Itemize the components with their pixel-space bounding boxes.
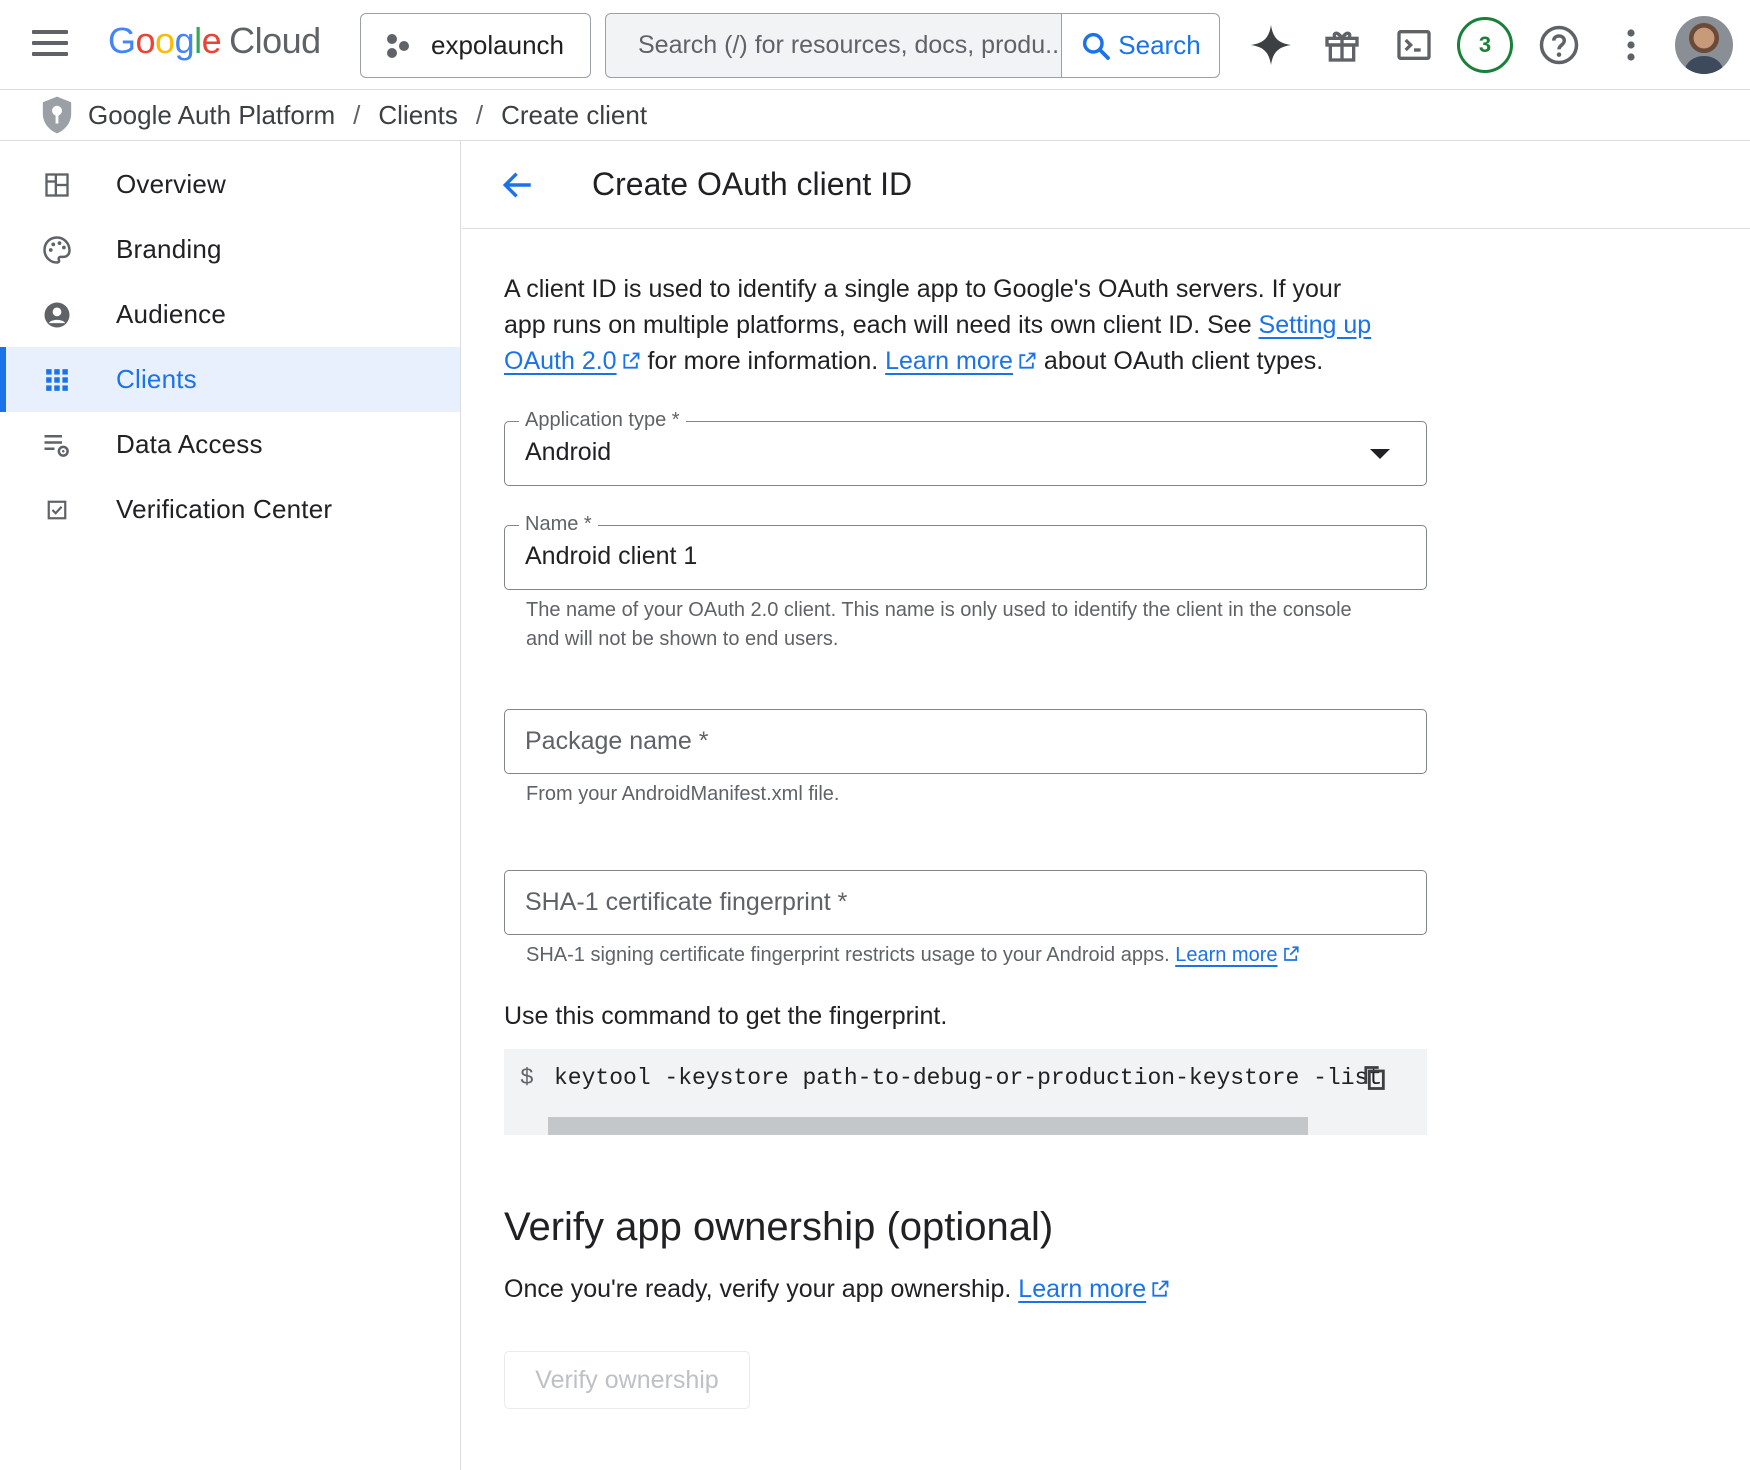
name-value: Android client 1 xyxy=(525,542,698,570)
search-button[interactable]: Search xyxy=(1061,14,1219,77)
arrow-back-icon xyxy=(502,171,531,198)
page-header: Create OAuth client ID xyxy=(462,141,1750,229)
notification-count: 3 xyxy=(1457,17,1513,73)
verify-learn-more-link[interactable]: Learn more xyxy=(1018,1275,1170,1303)
external-link-icon xyxy=(1019,352,1036,369)
learn-more-client-types-link[interactable]: Learn more xyxy=(885,347,1037,375)
application-type-value: Android xyxy=(525,438,612,466)
main-menu-icon[interactable] xyxy=(32,30,68,60)
sha1-fingerprint-field[interactable] xyxy=(504,870,1427,935)
sidebar-nav: Overview Branding Audience Clients Data … xyxy=(0,141,461,1470)
page-title: Create OAuth client ID xyxy=(592,166,913,202)
name-field[interactable]: Name * Android client 1 xyxy=(504,513,1427,590)
external-link-icon xyxy=(622,352,639,369)
list-settings-icon xyxy=(42,430,72,460)
application-type-label: Application type * xyxy=(519,409,686,432)
back-button[interactable] xyxy=(496,163,540,207)
intro-paragraph: A client ID is used to identify a single… xyxy=(504,275,1372,375)
sidebar-item-branding[interactable]: Branding xyxy=(0,217,460,282)
breadcrumb-separator: / xyxy=(475,99,484,130)
command-intro: Use this command to get the fingerprint. xyxy=(504,1002,948,1030)
breadcrumb-separator: / xyxy=(353,99,361,130)
account-circle-icon xyxy=(42,300,72,330)
copy-icon[interactable] xyxy=(1360,1063,1392,1095)
dashboard-icon xyxy=(42,170,72,200)
external-link-icon xyxy=(1152,1280,1169,1297)
help-icon[interactable] xyxy=(1530,16,1588,74)
search-bar: Search xyxy=(605,13,1220,78)
verify-section-title: Verify app ownership (optional) xyxy=(504,1205,1054,1249)
dropdown-arrow-icon xyxy=(1370,449,1390,459)
sidebar-item-data-access[interactable]: Data Access xyxy=(0,412,460,477)
search-icon xyxy=(1083,32,1111,60)
package-name-input[interactable] xyxy=(525,710,1405,772)
breadcrumb: Google Auth Platform / Clients / Create … xyxy=(0,90,1750,141)
apps-grid-icon xyxy=(42,365,72,395)
more-vert-icon[interactable] xyxy=(1602,16,1660,74)
sha1-hint: SHA-1 signing certificate fingerprint re… xyxy=(526,941,1386,970)
sha1-learn-more-link[interactable]: Learn more xyxy=(1175,944,1299,966)
sidebar-item-verification-center[interactable]: Verification Center xyxy=(0,477,460,542)
top-app-bar: GoogleCloud expolaunch Search 3 xyxy=(0,0,1750,90)
sidebar-item-audience[interactable]: Audience xyxy=(0,282,460,347)
breadcrumb-auth-platform[interactable]: Google Auth Platform xyxy=(88,100,335,131)
palette-icon xyxy=(42,235,72,265)
external-link-icon xyxy=(1283,946,1299,961)
shield-icon xyxy=(42,96,72,134)
notifications-badge[interactable]: 3 xyxy=(1456,16,1514,74)
gift-icon[interactable] xyxy=(1313,16,1371,74)
package-name-hint: From your AndroidManifest.xml file. xyxy=(526,783,840,805)
sha1-fingerprint-input[interactable] xyxy=(525,871,1405,933)
breadcrumb-create-client: Create client xyxy=(501,99,648,130)
main-content: Create OAuth client ID A client ID is us… xyxy=(462,141,1750,1470)
user-avatar[interactable] xyxy=(1675,16,1733,74)
package-name-field[interactable] xyxy=(504,709,1427,774)
project-name: expolaunch xyxy=(431,30,564,60)
breadcrumb-clients[interactable]: Clients xyxy=(378,100,457,131)
sidebar-item-clients[interactable]: Clients xyxy=(0,347,460,412)
name-hint: The name of your OAuth 2.0 client. This … xyxy=(526,599,1352,650)
project-picker-button[interactable]: expolaunch xyxy=(360,13,591,78)
checkbox-icon xyxy=(42,495,72,525)
horizontal-scrollbar[interactable] xyxy=(548,1117,1308,1135)
verify-ownership-button[interactable]: Verify ownership xyxy=(504,1351,750,1409)
sidebar-item-overview[interactable]: Overview xyxy=(0,152,460,217)
search-button-label: Search xyxy=(1118,30,1201,60)
google-cloud-logo[interactable]: Google Cloud xyxy=(108,20,321,62)
command-text[interactable]: keytool -keystore path-to-debug-or-produ… xyxy=(554,1065,1382,1091)
project-hub-icon xyxy=(387,33,409,58)
command-code-block: $ keytool -keystore path-to-debug-or-pro… xyxy=(504,1049,1427,1135)
command-prompt: $ xyxy=(520,1065,534,1091)
verify-section-text: Once you're ready, verify your app owner… xyxy=(504,1275,1170,1304)
cloud-shell-terminal-icon[interactable] xyxy=(1385,16,1443,74)
name-label: Name * xyxy=(519,513,598,536)
application-type-select[interactable]: Application type * Android xyxy=(504,409,1427,486)
search-input[interactable] xyxy=(606,14,1061,77)
gemini-sparkle-icon[interactable] xyxy=(1242,16,1300,74)
